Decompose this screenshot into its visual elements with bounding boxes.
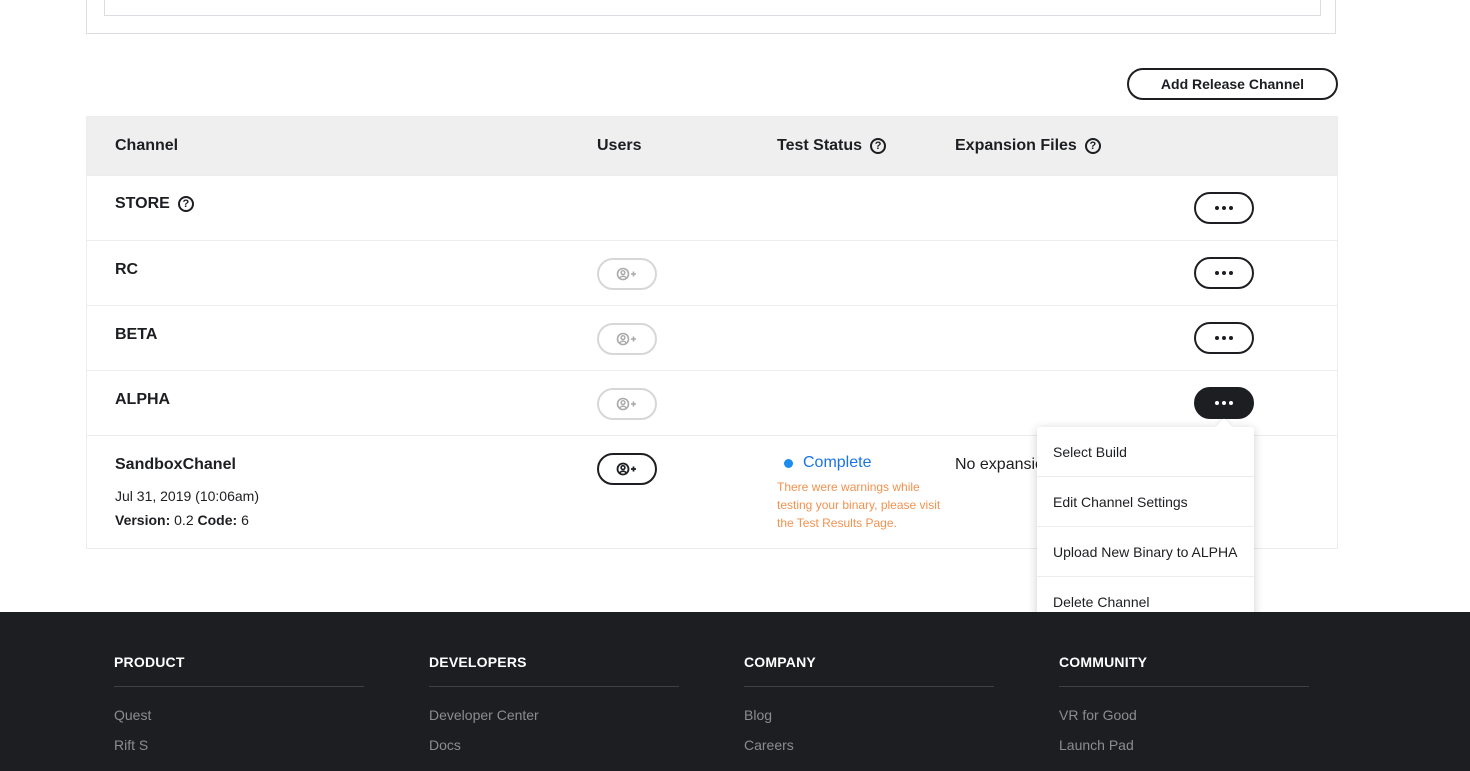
ellipsis-icon: [1215, 336, 1219, 340]
footer-heading: COMMUNITY: [1059, 654, 1309, 687]
status-label[interactable]: Complete: [803, 454, 871, 472]
ellipsis-icon: [1215, 206, 1219, 210]
column-header-expansion-files: Expansion Files ?: [955, 137, 1101, 155]
version-info: Version: 0.2 Code: 6: [115, 512, 249, 528]
add-user-icon: [616, 397, 636, 411]
test-status: Complete There were warnings while testi…: [777, 454, 947, 532]
menu-item-select-build[interactable]: Select Build: [1037, 427, 1254, 477]
add-user-icon: [616, 267, 636, 281]
footer-link[interactable]: Docs: [429, 737, 679, 753]
footer-link[interactable]: Developer Center: [429, 707, 679, 723]
question-circle-icon[interactable]: ?: [177, 196, 194, 212]
channel-name: ALPHA: [115, 391, 171, 408]
add-users-button[interactable]: [597, 453, 657, 485]
top-panel: [86, 0, 1336, 34]
footer-link[interactable]: Quest: [114, 707, 364, 723]
status-dot-icon: [784, 458, 793, 468]
menu-item-upload-new-binary[interactable]: Upload New Binary to ALPHA: [1037, 527, 1254, 577]
table-header: Channel Users Test Status ? Expansion Fi…: [87, 117, 1337, 175]
question-circle-icon[interactable]: ?: [1084, 138, 1101, 154]
add-user-icon: [616, 462, 636, 476]
channel-actions-button[interactable]: [1194, 192, 1254, 224]
upload-date: Jul 31, 2019 (10:06am): [115, 488, 259, 504]
table-row: STORE ?: [87, 175, 1337, 240]
menu-item-edit-channel-settings[interactable]: Edit Channel Settings: [1037, 477, 1254, 527]
column-header-users: Users: [597, 137, 642, 154]
table-row: BETA: [87, 305, 1337, 370]
add-user-icon: [616, 332, 636, 346]
column-header-channel: Channel: [115, 137, 179, 154]
table-row: RC: [87, 240, 1337, 305]
status-warning-text[interactable]: There were warnings while testing your b…: [777, 478, 947, 532]
ellipsis-icon: [1215, 401, 1219, 405]
channel-actions-button[interactable]: [1194, 387, 1254, 419]
footer-link[interactable]: VR for Good: [1059, 707, 1309, 723]
footer-column-product: PRODUCT Quest Rift S: [114, 654, 364, 753]
footer-column-company: COMPANY Blog Careers: [744, 654, 994, 753]
footer-link[interactable]: Launch Pad: [1059, 737, 1309, 753]
footer: PRODUCT Quest Rift S DEVELOPERS Develope…: [0, 612, 1470, 771]
channel-actions-menu: Select Build Edit Channel Settings Uploa…: [1037, 427, 1254, 632]
channel-actions-button[interactable]: [1194, 257, 1254, 289]
footer-link[interactable]: Careers: [744, 737, 994, 753]
add-users-button[interactable]: [597, 388, 657, 420]
channel-name: RC: [115, 261, 139, 278]
expansion-files-value: No expansion files: [955, 456, 1040, 473]
channel-name: STORE ?: [115, 195, 194, 213]
channel-actions-button[interactable]: [1194, 322, 1254, 354]
footer-link[interactable]: Blog: [744, 707, 994, 723]
channel-name: BETA: [115, 326, 158, 343]
top-panel-input[interactable]: [104, 0, 1321, 16]
table-row: ALPHA: [87, 370, 1337, 435]
footer-heading: DEVELOPERS: [429, 654, 679, 687]
footer-heading: PRODUCT: [114, 654, 364, 687]
channel-name: SandboxChanel: [115, 456, 236, 473]
footer-column-community: COMMUNITY VR for Good Launch Pad: [1059, 654, 1309, 753]
footer-heading: COMPANY: [744, 654, 994, 687]
ellipsis-icon: [1215, 271, 1219, 275]
add-users-button[interactable]: [597, 258, 657, 290]
footer-link[interactable]: Rift S: [114, 737, 364, 753]
question-circle-icon[interactable]: ?: [870, 138, 887, 154]
column-header-test-status: Test Status ?: [777, 137, 887, 155]
add-users-button[interactable]: [597, 323, 657, 355]
add-release-channel-button[interactable]: Add Release Channel: [1127, 68, 1338, 100]
footer-column-developers: DEVELOPERS Developer Center Docs: [429, 654, 679, 753]
